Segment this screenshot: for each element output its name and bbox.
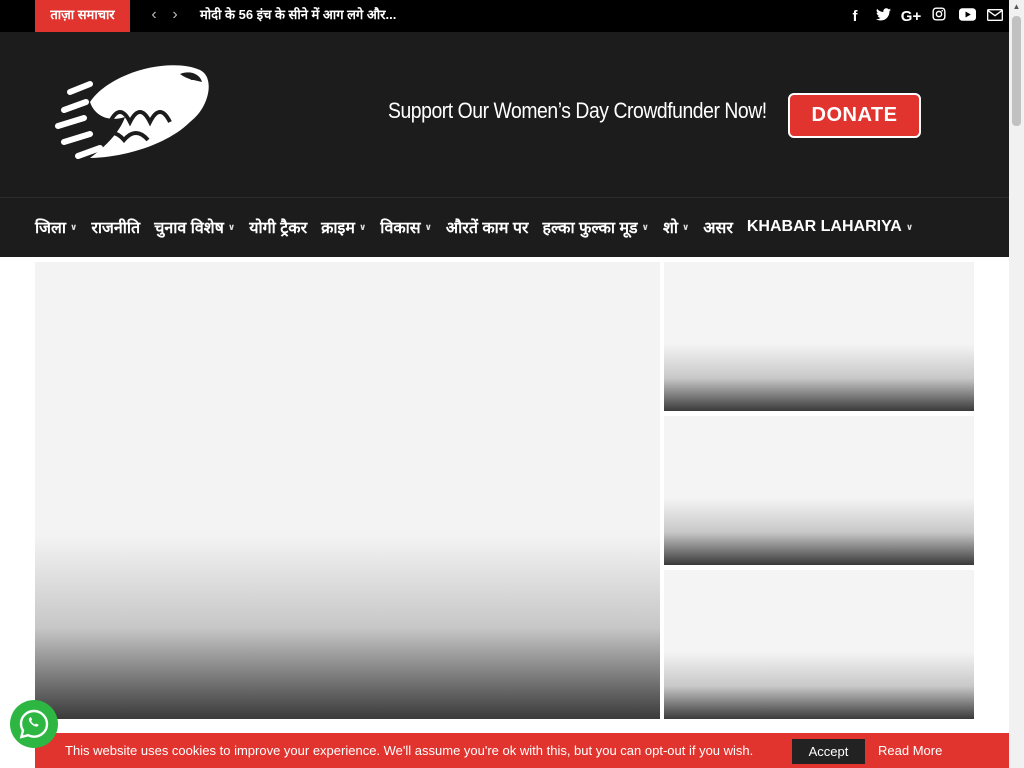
nav-item[interactable]: विकास ∨: [380, 216, 432, 238]
nav-item[interactable]: हल्का फुल्का मूड ∨: [542, 216, 648, 238]
chevron-down-icon: ∨: [227, 221, 236, 232]
nav-item-label: KHABAR LAHARIYA: [746, 218, 902, 235]
main-nav-list: जिला ∨ राजनीति चुनाव विशेष ∨ योगी ट्रैकर क्राइ…: [35, 198, 927, 256]
chevron-down-icon: ∨: [70, 221, 78, 232]
chevron-down-icon: ∨: [641, 221, 649, 232]
facebook-icon[interactable]: f: [841, 8, 869, 25]
whatsapp-icon: [19, 709, 49, 739]
ticker-headline-link[interactable]: मोदी के 56 इंच के सीने में आग लगे और...: [200, 0, 396, 30]
nav-item[interactable]: योगी ट्रैकर: [249, 216, 307, 238]
nav-item[interactable]: औरतें काम पर: [446, 216, 529, 238]
featured-side-post[interactable]: [664, 416, 974, 565]
nav-item-label: औरतें काम पर: [445, 220, 529, 237]
nav-item-label: योगी ट्रैकर: [249, 220, 308, 237]
social-links: f G+: [841, 0, 1009, 32]
breaking-news-label: ताज़ा समाचार: [35, 0, 130, 32]
nav-item[interactable]: KHABAR LAHARIYA ∨: [747, 218, 913, 236]
chevron-down-icon: ∨: [358, 221, 367, 232]
twitter-icon[interactable]: [869, 7, 897, 25]
chevron-down-icon: ∨: [424, 221, 432, 232]
ticker-next-icon[interactable]: ›: [166, 0, 184, 32]
site-header: Support Our Women’s Day Crowdfunder Now!…: [0, 32, 1009, 197]
nav-item[interactable]: जिला ∨: [35, 216, 77, 238]
chevron-down-icon: ∨: [681, 221, 690, 232]
chevron-down-icon: ∨: [905, 221, 914, 232]
nav-item[interactable]: चुनाव विशेष ∨: [154, 216, 235, 238]
cookie-message: This website uses cookies to improve you…: [65, 743, 754, 758]
page-scrollbar[interactable]: ▲: [1009, 0, 1024, 768]
main-nav: जिला ∨ राजनीति चुनाव विशेष ∨ योगी ट्रैकर क्राइ…: [0, 197, 1009, 257]
cookie-read-more-link[interactable]: Read More: [878, 733, 942, 768]
nav-item-label: विकास: [380, 220, 421, 237]
donate-button[interactable]: DONATE: [788, 93, 921, 138]
cookie-accept-button[interactable]: Accept: [792, 739, 865, 764]
nav-item-label: चुनाव विशेष: [154, 220, 224, 237]
instagram-icon[interactable]: [925, 7, 953, 25]
nav-item[interactable]: राजनीति: [91, 216, 140, 238]
featured-side-post[interactable]: [664, 262, 974, 411]
cookie-consent-bar: This website uses cookies to improve you…: [35, 733, 1009, 768]
email-icon[interactable]: [981, 8, 1009, 25]
top-bar: ताज़ा समाचार ‹ › मोदी के 56 इंच के सीने …: [0, 0, 1009, 32]
nav-item-label: असर: [703, 220, 733, 237]
whatsapp-chat-button[interactable]: [10, 700, 58, 748]
scrollbar-thumb[interactable]: [1012, 16, 1021, 126]
youtube-icon[interactable]: [953, 7, 981, 25]
nav-item-label: क्राइम: [321, 220, 355, 237]
ticker-prev-icon[interactable]: ‹: [145, 0, 163, 32]
site-logo[interactable]: [50, 62, 212, 164]
crowdfunder-banner-text[interactable]: Support Our Women’s Day Crowdfunder Now!: [388, 98, 767, 124]
featured-main-post[interactable]: [35, 262, 660, 719]
featured-side-post[interactable]: [664, 570, 974, 719]
nav-item[interactable]: क्राइम ∨: [321, 216, 366, 238]
nav-item-label: राजनीति: [91, 220, 141, 237]
nav-item[interactable]: असर: [703, 216, 733, 238]
nav-item-label: शो: [662, 220, 678, 237]
nav-item[interactable]: शो ∨: [663, 216, 689, 238]
scroll-up-icon[interactable]: ▲: [1009, 0, 1024, 14]
google-plus-icon[interactable]: G+: [897, 8, 925, 25]
nav-item-label: जिला: [35, 220, 67, 237]
page: ताज़ा समाचार ‹ › मोदी के 56 इंच के सीने …: [0, 0, 1024, 768]
nav-item-label: हल्का फुल्का मूड: [542, 220, 638, 237]
